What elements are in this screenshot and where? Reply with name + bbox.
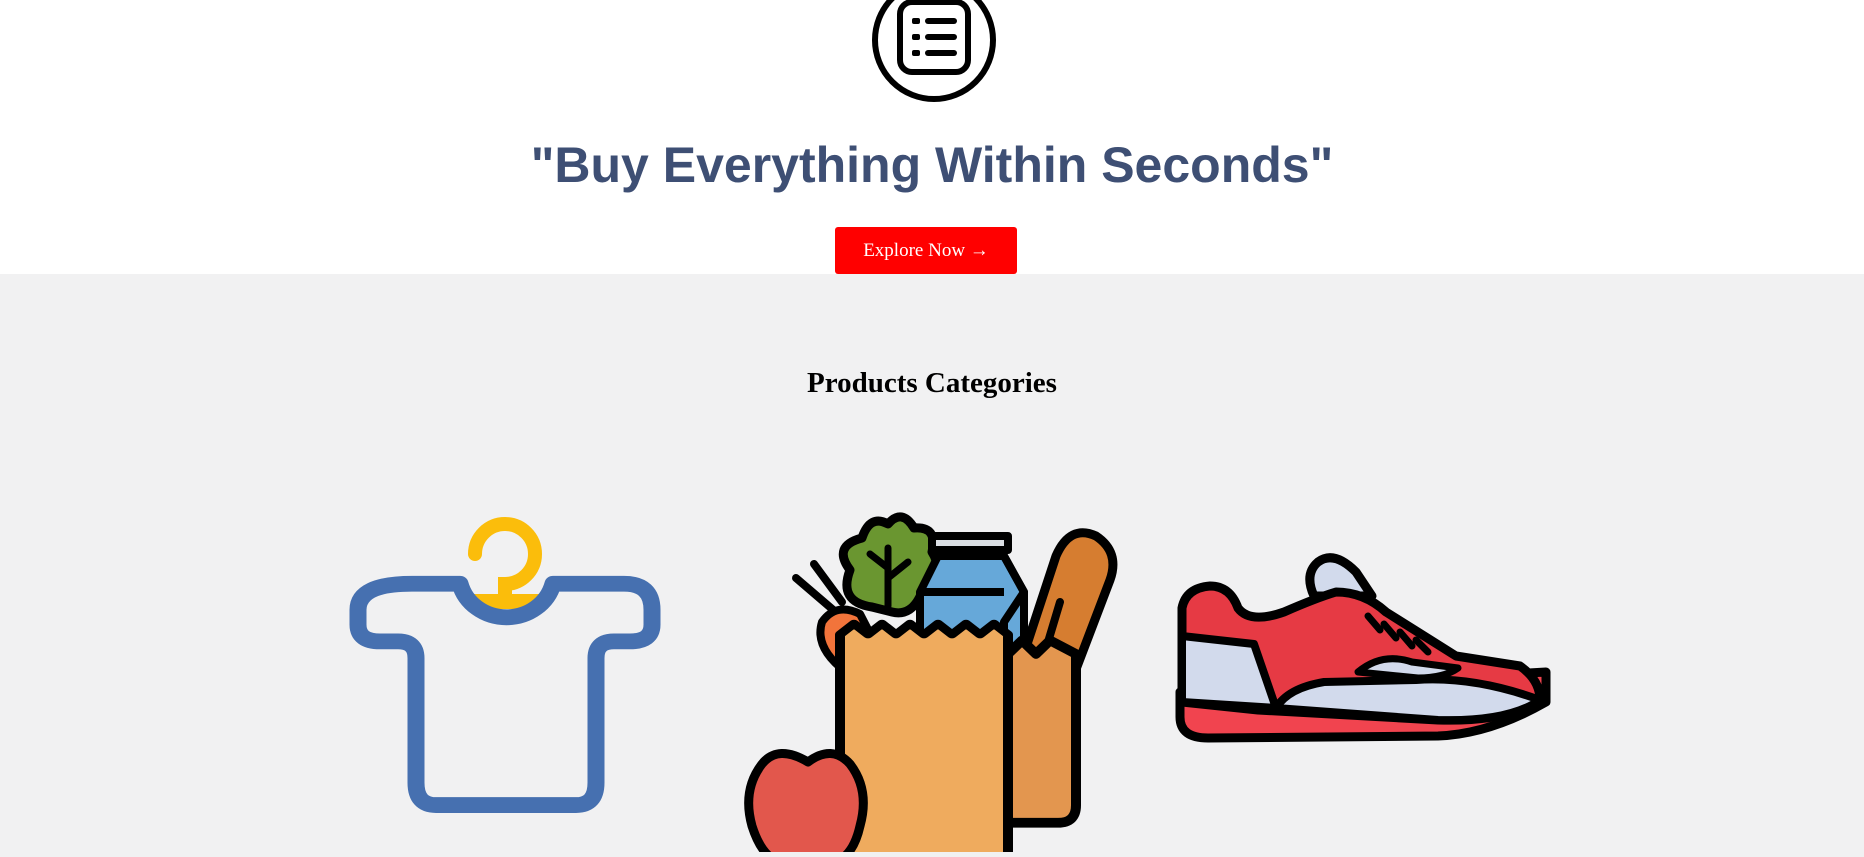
explore-now-button[interactable]: Explore Now → bbox=[835, 227, 1017, 274]
hero-title: "Buy Everything Within Seconds" bbox=[530, 137, 1334, 193]
grocery-bag-icon bbox=[744, 512, 1118, 852]
page: "Buy Everything Within Seconds" Explore … bbox=[0, 0, 1864, 857]
products-categories-section: Products Categories bbox=[0, 274, 1864, 857]
category-clothing[interactable] bbox=[340, 484, 670, 814]
sneaker-icon bbox=[1175, 553, 1551, 743]
category-shoes[interactable] bbox=[1168, 552, 1558, 752]
category-grocery[interactable] bbox=[742, 452, 1122, 852]
tshirt-hanger-icon bbox=[349, 517, 661, 813]
hero-section: "Buy Everything Within Seconds" Explore … bbox=[0, 0, 1864, 274]
list-document-icon bbox=[872, 0, 996, 102]
categories-heading: Products Categories bbox=[807, 367, 1057, 399]
